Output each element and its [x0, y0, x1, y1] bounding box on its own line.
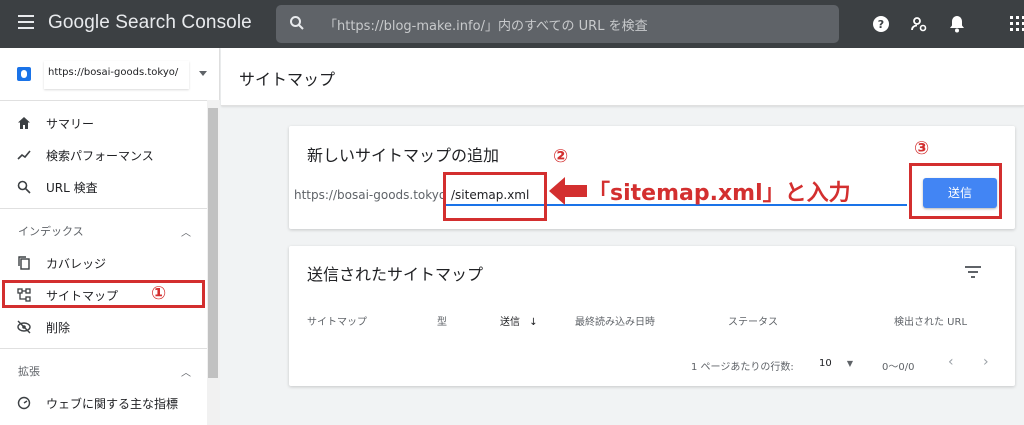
user-settings-icon[interactable] — [907, 12, 931, 36]
sidebar-item-removals[interactable]: 削除 — [0, 312, 207, 342]
sitemap-url-prefix: https://bosai-goods.tokyo — [294, 188, 447, 202]
caret-down-icon[interactable] — [199, 71, 207, 76]
divider — [0, 348, 207, 349]
divider — [0, 100, 207, 101]
add-sitemap-title: 新しいサイトマップの追加 — [307, 146, 500, 165]
arrow-down-icon: ↓ — [529, 317, 538, 328]
app-title[interactable]: Google Search Console — [48, 12, 252, 34]
pagination-range: 0〜0/0 — [882, 362, 915, 373]
annotation-step1: ① — [151, 283, 167, 304]
annotation-step3: ③ — [914, 138, 930, 159]
notifications-icon[interactable] — [945, 12, 969, 36]
search-icon — [289, 15, 305, 35]
eye-off-icon — [17, 319, 33, 335]
annotation-box-step1 — [2, 280, 205, 308]
sidebar-item-label: URL 検査 — [46, 181, 98, 195]
submitted-sitemaps-title: 送信されたサイトマップ — [307, 265, 484, 284]
chevron-left-icon[interactable]: ‹ — [948, 354, 954, 370]
chevron-right-icon[interactable]: › — [983, 354, 989, 370]
filter-icon[interactable] — [965, 263, 981, 282]
sidebar-item-url-inspection[interactable]: URL 検査 — [0, 172, 207, 202]
rows-per-page-label: 1 ページあたりの行数: — [691, 362, 794, 373]
gauge-icon — [17, 395, 33, 411]
rows-per-page-select[interactable]: 10 ▼ — [819, 358, 853, 369]
sidebar-item-core-web-vitals[interactable]: ウェブに関する主な指標 — [0, 388, 207, 418]
divider — [0, 208, 207, 209]
property-selector[interactable]: https://bosai-goods.tokyo/ — [0, 48, 220, 100]
submitted-sitemaps-card: 送信されたサイトマップ サイトマップ 型 送信 ↓ 最終読み込み日時 ステータス… — [289, 246, 1015, 386]
apps-grid-icon[interactable] — [1006, 12, 1024, 36]
column-header-sitemap[interactable]: サイトマップ — [307, 313, 367, 328]
caret-down-icon: ▼ — [846, 359, 854, 368]
home-icon — [17, 115, 33, 131]
sidebar-item-label: ウェブに関する主な指標 — [46, 397, 179, 411]
help-icon[interactable]: ? — [869, 12, 893, 36]
property-icon — [17, 67, 31, 81]
annotation-instruction: 「sitemap.xml」と入力 — [588, 181, 851, 206]
column-header-discovered-urls[interactable]: 検出された URL — [894, 313, 967, 328]
section-title-enhancements[interactable]: 拡張 — [18, 363, 40, 379]
sidebar-item-label: サマリー — [46, 117, 95, 131]
search-input[interactable]: 「https://blog-make.info/」内のすべての URL を検査 — [324, 15, 648, 34]
sidebar-item-label: 削除 — [46, 321, 71, 335]
column-header-submitted[interactable]: 送信 ↓ — [500, 313, 538, 328]
sidebar-item-coverage[interactable]: カバレッジ — [0, 248, 207, 278]
sidebar: https://bosai-goods.tokyo/ サマリー 検索パフォーマン… — [0, 48, 220, 425]
rows-per-page-value: 10 — [819, 358, 832, 369]
sidebar-item-summary[interactable]: サマリー — [0, 108, 207, 138]
page-header: サイトマップ — [221, 48, 1024, 106]
property-url[interactable]: https://bosai-goods.tokyo/ — [44, 61, 189, 89]
annotation-step2: ② — [553, 146, 569, 167]
chevron-up-icon[interactable]: ︿ — [181, 224, 191, 239]
sidebar-item-label: カバレッジ — [46, 257, 107, 271]
scrollbar-thumb[interactable] — [208, 108, 218, 378]
copy-icon — [17, 255, 33, 271]
chevron-up-icon[interactable]: ︿ — [181, 364, 191, 379]
trending-up-icon — [17, 147, 33, 163]
column-header-type[interactable]: 型 — [437, 313, 447, 328]
annotation-box-step2 — [443, 172, 547, 221]
column-header-submitted-label: 送信 — [500, 317, 520, 328]
page-title: サイトマップ — [239, 70, 336, 89]
column-header-status[interactable]: ステータス — [728, 313, 778, 328]
column-header-last-read[interactable]: 最終読み込み日時 — [575, 313, 655, 328]
sidebar-item-performance[interactable]: 検索パフォーマンス — [0, 140, 207, 170]
svg-text:?: ? — [878, 18, 884, 31]
top-app-bar: Google Search Console 「https://blog-make… — [0, 0, 1024, 48]
sidebar-item-label: 検索パフォーマンス — [46, 149, 154, 163]
section-title-index[interactable]: インデックス — [18, 223, 84, 239]
annotation-box-step3 — [909, 163, 1002, 219]
menu-icon[interactable] — [18, 15, 34, 33]
url-inspection-search[interactable]: 「https://blog-make.info/」内のすべての URL を検査 — [276, 5, 839, 43]
arrow-left-icon — [549, 175, 589, 211]
search-icon — [17, 179, 33, 195]
